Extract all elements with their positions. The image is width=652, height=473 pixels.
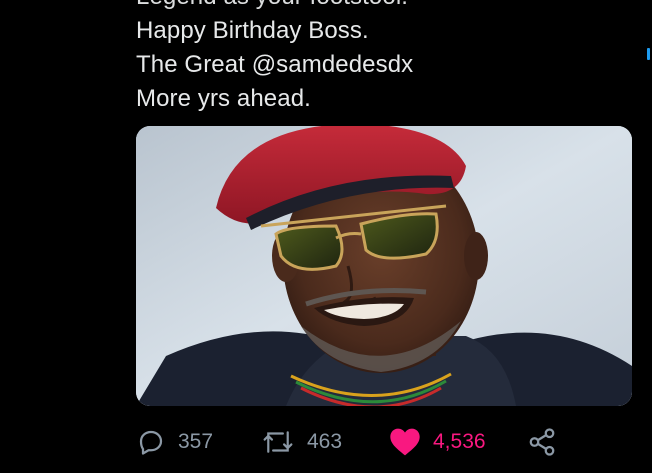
like-button[interactable]: 4,536	[389, 427, 527, 457]
share-icon	[527, 427, 557, 457]
reply-count: 357	[178, 430, 214, 453]
reply-icon	[136, 427, 166, 457]
tweet-text-line[interactable]: The Great @samdedesdx	[136, 48, 616, 82]
retweet-button[interactable]: 463	[261, 427, 389, 457]
heart-icon	[389, 427, 421, 457]
tweet-photo[interactable]	[136, 126, 632, 406]
share-button[interactable]	[527, 427, 557, 457]
like-count: 4,536	[433, 430, 486, 453]
tweet-text-line: More yrs ahead.	[136, 85, 311, 112]
tweet-text: Legend as your footstool. Happy Birthday…	[136, 0, 616, 116]
retweet-icon	[261, 427, 295, 457]
retweet-count: 463	[307, 430, 343, 453]
tweet-text-line: Legend as your footstool.	[136, 0, 616, 14]
reply-button[interactable]: 357	[136, 427, 261, 457]
tweet-text-line: Happy Birthday Boss.	[136, 17, 369, 44]
tweet-actions-bar: 357 463 4,536	[136, 422, 557, 462]
scroll-indicator	[647, 48, 650, 60]
portrait-image	[136, 126, 632, 406]
